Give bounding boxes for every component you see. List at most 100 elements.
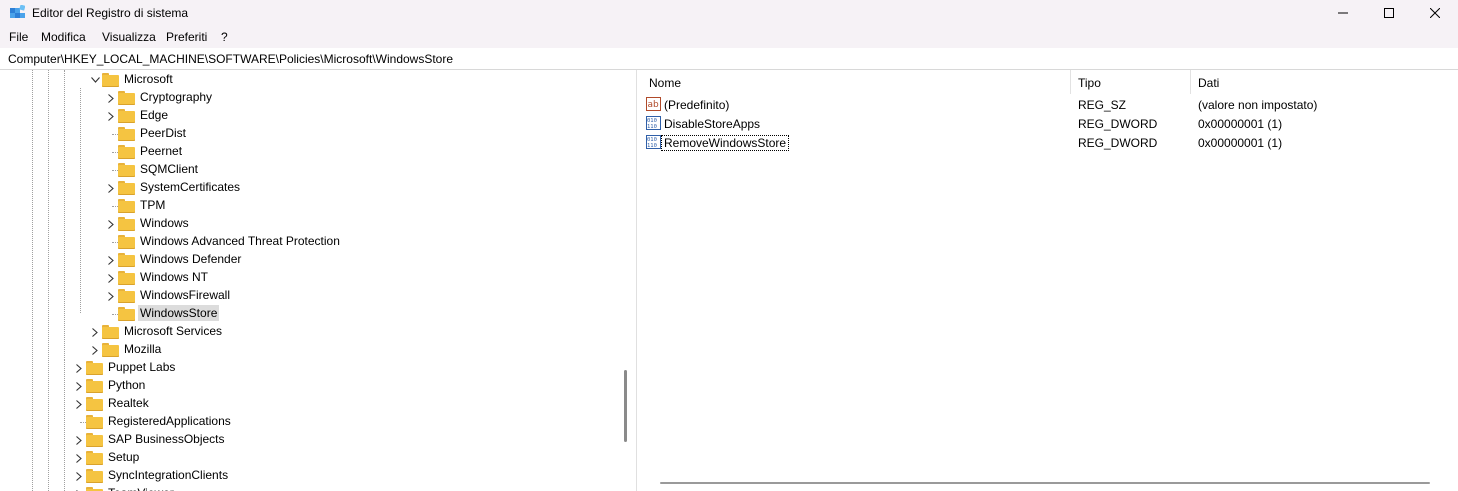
folder-icon [86,397,103,411]
registry-editor-icon [10,5,25,18]
tree-node[interactable]: Windows Defender [0,251,620,269]
tree-node-label[interactable]: TPM [138,197,167,213]
value-type: REG_DWORD [1078,136,1158,150]
folder-icon [86,379,103,393]
tree-node[interactable]: TPM [0,197,620,215]
tree-node-label[interactable]: TeamViewer [106,485,176,491]
tree-node[interactable]: SyncIntegrationClients [0,467,620,485]
key-tree[interactable]: Microsoft Cryptography Edge PeerDist Peernet… [0,70,636,491]
chevron-down-icon[interactable] [88,71,102,89]
tree-node-label[interactable]: Peernet [138,143,184,159]
tree-node[interactable]: Microsoft Services [0,323,620,341]
value-name: DisableStoreApps [664,117,761,131]
chevron-right-icon[interactable] [72,359,86,377]
address-bar[interactable]: Computer\HKEY_LOCAL_MACHINE\SOFTWARE\Pol… [0,48,1458,70]
tree-node-label[interactable]: Windows NT [138,269,210,285]
chevron-right-icon[interactable] [104,107,118,125]
tree-node[interactable]: Microsoft [0,71,620,89]
tree-node[interactable]: Python [0,377,620,395]
column-header-type[interactable]: Tipo [1078,76,1101,90]
tree-node-label[interactable]: SyncIntegrationClients [106,467,230,483]
chevron-right-icon[interactable] [72,431,86,449]
tree-node[interactable]: Puppet Labs [0,359,620,377]
tree-node[interactable]: WindowsStore [0,305,620,323]
close-button[interactable] [1412,0,1458,26]
value-type: REG_SZ [1078,98,1127,112]
title-bar: Editor del Registro di sistema [0,0,1458,26]
tree-scrollbar-thumb[interactable] [624,370,627,442]
tree-node-label[interactable]: Microsoft Services [122,323,224,339]
tree-node[interactable]: TeamViewer [0,485,620,491]
tree-node[interactable]: SystemCertificates [0,179,620,197]
tree-node-label[interactable]: Microsoft [122,71,175,87]
value-row[interactable]: 010 110 RemoveWindowsStore REG_DWORD 0x0… [642,134,1458,152]
tree-node-label[interactable]: Cryptography [138,89,214,105]
tree-node[interactable]: RegisteredApplications [0,413,620,431]
tree-node[interactable]: WindowsFirewall [0,287,620,305]
tree-node-label[interactable]: SAP BusinessObjects [106,431,227,447]
tree-node-label[interactable]: Python [106,377,147,393]
folder-icon [86,487,103,491]
tree-node[interactable]: SQMClient [0,161,620,179]
minimize-button[interactable] [1320,0,1366,26]
tree-node-label[interactable]: SQMClient [138,161,200,177]
tree-node[interactable]: Mozilla [0,341,620,359]
chevron-right-icon[interactable] [104,89,118,107]
column-header-name[interactable]: Nome [649,76,681,90]
tree-node-label[interactable]: WindowsFirewall [138,287,232,303]
menu-file[interactable]: File [9,30,28,44]
tree-node[interactable]: SAP BusinessObjects [0,431,620,449]
tree-node-label[interactable]: PeerDist [138,125,188,141]
tree-node-label[interactable]: Windows Advanced Threat Protection [138,233,342,249]
menu-help[interactable]: ? [221,30,228,44]
folder-icon [118,91,135,105]
tree-node[interactable]: Windows NT [0,269,620,287]
chevron-right-icon[interactable] [104,287,118,305]
chevron-right-icon[interactable] [72,395,86,413]
tree-node-label[interactable]: Edge [138,107,170,123]
menu-bar: File Modifica Visualizza Preferiti ? [0,26,1458,48]
column-separator[interactable] [1190,70,1191,94]
folder-icon [102,325,119,339]
column-header-data[interactable]: Dati [1198,76,1219,90]
tree-node[interactable]: Windows [0,215,620,233]
tree-node-label[interactable]: Setup [106,449,141,465]
menu-visualizza[interactable]: Visualizza [102,30,156,44]
tree-node[interactable]: Windows Advanced Threat Protection [0,233,620,251]
chevron-right-icon[interactable] [88,323,102,341]
tree-node-label[interactable]: Puppet Labs [106,359,177,375]
tree-node-label[interactable]: Windows Defender [138,251,243,267]
values-list[interactable]: Nome Tipo Dati ab (Predefinito) REG_SZ (… [642,70,1458,491]
chevron-right-icon[interactable] [72,467,86,485]
chevron-right-icon[interactable] [88,341,102,359]
tree-node[interactable]: Setup [0,449,620,467]
menu-preferiti[interactable]: Preferiti [166,30,207,44]
tree-node-label[interactable]: Realtek [106,395,151,411]
folder-icon [118,235,135,249]
tree-node[interactable]: Peernet [0,143,620,161]
column-separator[interactable] [1070,70,1071,94]
menu-modifica[interactable]: Modifica [41,30,86,44]
value-name: (Predefinito) [664,98,730,112]
chevron-right-icon[interactable] [104,251,118,269]
value-row[interactable]: ab (Predefinito) REG_SZ (valore non impo… [642,96,1458,114]
chevron-right-icon[interactable] [104,269,118,287]
tree-node-label[interactable]: Windows [138,215,191,231]
chevron-right-icon[interactable] [104,179,118,197]
tree-node[interactable]: Edge [0,107,620,125]
tree-node-label[interactable]: Mozilla [122,341,163,357]
chevron-right-icon[interactable] [72,449,86,467]
address-path[interactable]: Computer\HKEY_LOCAL_MACHINE\SOFTWARE\Pol… [8,52,453,66]
value-row[interactable]: 010 110 DisableStoreApps REG_DWORD 0x000… [642,115,1458,133]
chevron-right-icon[interactable] [72,377,86,395]
tree-node[interactable]: Cryptography [0,89,620,107]
tree-node[interactable]: PeerDist [0,125,620,143]
tree-node-label[interactable]: RegisteredApplications [106,413,233,429]
chevron-right-icon[interactable] [104,215,118,233]
list-horizontal-scrollbar[interactable] [660,482,1430,484]
tree-node-label[interactable]: SystemCertificates [138,179,242,195]
tree-node-label[interactable]: WindowsStore [138,305,220,321]
maximize-button[interactable] [1366,0,1412,26]
chevron-right-icon[interactable] [72,485,86,491]
tree-node[interactable]: Realtek [0,395,620,413]
